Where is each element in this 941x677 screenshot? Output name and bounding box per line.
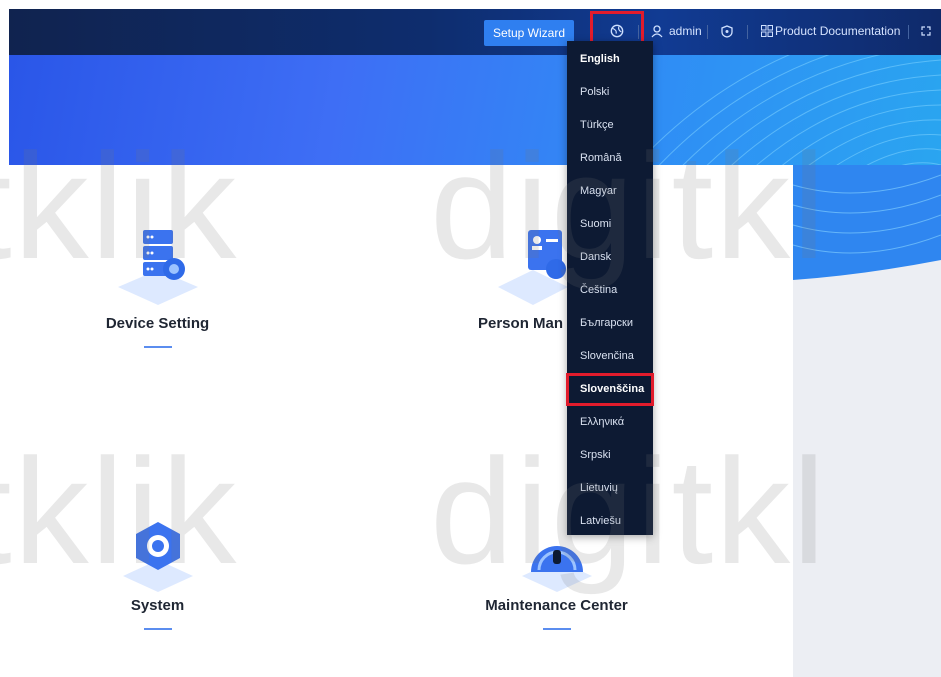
device-setting-card[interactable]: Device Setting [90,225,225,348]
grid-icon [761,25,773,37]
setup-wizard-button[interactable]: Setup Wizard [484,20,574,46]
separator [908,25,909,39]
user-icon[interactable] [651,25,663,38]
language-option[interactable]: Latviešu [567,505,653,538]
card-underline [143,628,172,630]
separator [707,25,708,39]
language-option[interactable]: Български [567,307,653,340]
top-header: Setup Wizard admin Product Documentation [9,9,941,55]
card-title: System [130,597,185,614]
shield-icon[interactable] [721,25,733,38]
language-option[interactable]: Türkçe [567,109,653,142]
side-wave-decoration [793,165,941,280]
separator [747,25,748,39]
system-icon [122,522,193,592]
language-option[interactable]: Čeština [567,274,653,307]
language-option[interactable]: Slovenčina [567,340,653,373]
language-option[interactable]: Ελληνικά [567,406,653,439]
product-documentation-link[interactable]: Product Documentation [775,24,900,38]
card-underline [143,346,172,348]
hero-banner [9,55,941,165]
language-option-highlighted[interactable]: Slovenščina [566,373,654,406]
device-setting-icon [117,230,198,305]
language-option[interactable]: Polski [567,76,653,109]
language-option[interactable]: Dansk [567,241,653,274]
language-option[interactable]: Srpski [567,439,653,472]
language-option[interactable]: Magyar [567,175,653,208]
language-option[interactable]: English [567,43,653,76]
globe-icon[interactable] [610,24,624,38]
separator [638,25,639,39]
language-dropdown[interactable]: English Polski Türkçe Română Magyar Suom… [566,41,654,538]
card-underline [542,628,571,630]
card-title: Device Setting [105,315,210,332]
language-option[interactable]: Română [567,142,653,175]
card-title: Maintenance Center [485,597,628,614]
user-name[interactable]: admin [669,24,702,38]
person-management-icon [498,230,568,305]
language-option[interactable]: Suomi [567,208,653,241]
language-option[interactable]: Lietuvių [567,472,653,505]
system-card[interactable]: System [100,520,215,630]
fullscreen-icon[interactable] [921,26,931,36]
